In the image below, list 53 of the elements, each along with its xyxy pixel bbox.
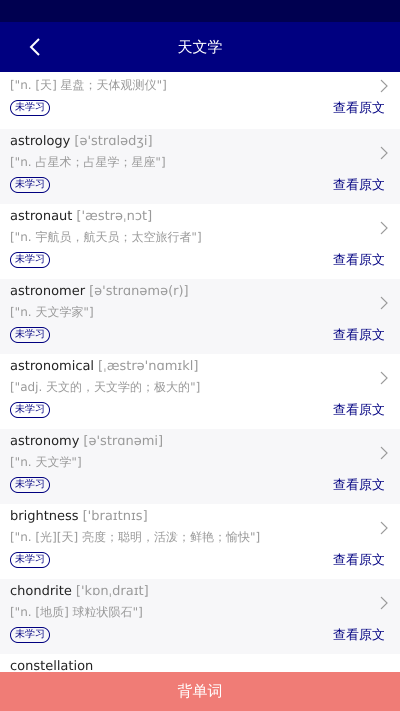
view-original-link[interactable]: 查看原文 — [333, 176, 385, 194]
chevron-right-icon — [380, 221, 388, 235]
status-badge: 未学习 — [10, 177, 50, 193]
view-original-link[interactable]: 查看原文 — [333, 251, 385, 269]
definition: ["n. 占星术；占星学；星座"] — [10, 154, 166, 171]
chevron-right-icon — [380, 521, 388, 535]
phonetic: ['kɒnˌdraɪt] — [76, 584, 149, 599]
view-original-link[interactable]: 查看原文 — [333, 401, 385, 419]
status-badge: 未学习 — [10, 252, 50, 268]
status-badge: 未学习 — [10, 100, 50, 116]
definition: ["n. 天文学家"] — [10, 304, 95, 321]
word: astrology — [10, 134, 70, 149]
view-original-link[interactable]: 查看原文 — [333, 476, 385, 494]
definition: ["n. [天] 星盘；天体观测仪"] — [10, 77, 167, 94]
phonetic: [ə'strɑlədʒi] — [74, 134, 153, 149]
chevron-right-icon — [380, 596, 388, 610]
back-icon[interactable] — [29, 38, 41, 56]
word: chondrite — [10, 584, 72, 599]
phonetic: [ə'strɑnəmi] — [83, 434, 164, 449]
chevron-right-icon — [380, 78, 388, 92]
word: constellation — [10, 659, 94, 672]
view-original-link[interactable]: 查看原文 — [333, 99, 385, 117]
status-badge: 未学习 — [10, 327, 50, 343]
definition: ["n. [光][天] 亮度；聪明，活泼；鲜艳；愉快"] — [10, 529, 260, 546]
view-original-link[interactable]: 查看原文 — [333, 326, 385, 344]
word: astronomer — [10, 284, 86, 299]
view-original-link[interactable]: 查看原文 — [333, 551, 385, 569]
phonetic: ['æstrəˌnɔt] — [76, 209, 152, 224]
word: astronomical — [10, 359, 94, 374]
phonetic: [ˌæstrə'nɑmɪkl] — [98, 359, 198, 374]
word-card[interactable]: astronomer [ə'strɑnəmə(r)] ["n. 天文学家"] 未学习 查看原文 — [0, 279, 400, 354]
word-card[interactable]: chondrite ['kɒnˌdraɪt] ["n. [地质] 球粒状陨石"] 未学习 查看原文 — [0, 579, 400, 654]
word: astronomy — [10, 434, 80, 449]
status-badge: 未学习 — [10, 402, 50, 418]
word-card[interactable]: astrology [ə'strɑlədʒi] ["n. 占星术；占星学；星座"] 未学习 查看原文 — [0, 129, 400, 204]
definition: ["n. 宇航员，航天员；太空旅行者"] — [10, 229, 202, 246]
definition: ["n. [地质] 球粒状陨石"] — [10, 604, 144, 621]
word: brightness — [10, 509, 79, 524]
status-badge: 未学习 — [10, 627, 50, 643]
definition: ["adj. 天文的，天文学的；极大的"] — [10, 379, 200, 396]
chevron-right-icon — [380, 371, 388, 385]
chevron-right-icon — [380, 296, 388, 310]
word-card[interactable]: astronomy [ə'strɑnəmi] ["n. 天文学"] 未学习 查看原文 — [0, 429, 400, 504]
chevron-right-icon — [380, 146, 388, 160]
page-title: 天文学 — [178, 38, 222, 56]
word: astronaut — [10, 209, 72, 224]
phonetic: ['braɪtnɪs] — [82, 509, 148, 524]
view-original-link[interactable]: 查看原文 — [333, 626, 385, 644]
phonetic: [ə'strɑnəmə(r)] — [89, 284, 189, 299]
definition: ["n. 天文学"] — [10, 454, 83, 471]
status-badge: 未学习 — [10, 552, 50, 568]
status-badge: 未学习 — [10, 477, 50, 493]
chevron-right-icon — [380, 446, 388, 460]
